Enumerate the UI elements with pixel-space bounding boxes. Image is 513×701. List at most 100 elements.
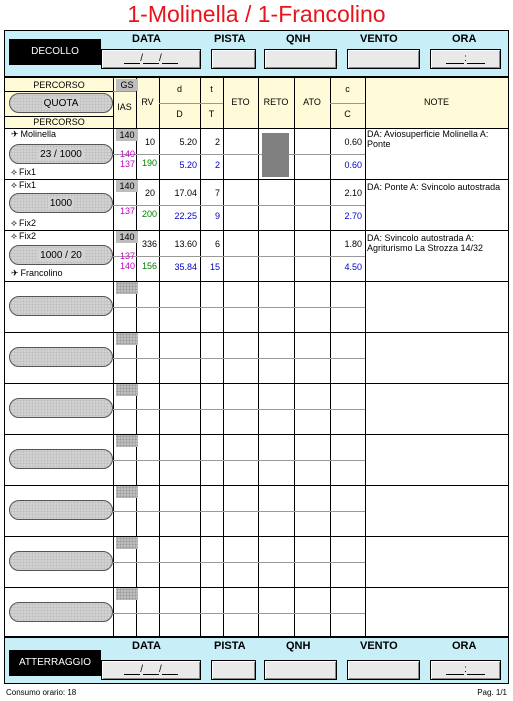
- takeoff-button[interactable]: DECOLLO: [9, 39, 101, 65]
- leg3-quota-pill[interactable]: 1000 / 20: [9, 245, 113, 265]
- empty-gs: [116, 588, 138, 600]
- leg3-D: 35.84: [174, 262, 197, 272]
- leg2-C: 2.70: [344, 211, 362, 221]
- header-gs: GS: [116, 79, 138, 91]
- fix-icon: ⟡: [11, 218, 17, 228]
- landing-date-header: DATA: [132, 640, 161, 652]
- leg3-T: 15: [209, 262, 220, 272]
- empty-gs: [116, 486, 138, 498]
- leg3-to: ✈ Francolino: [11, 268, 63, 278]
- takeoff-date-field[interactable]: / /: [101, 49, 201, 69]
- fix-icon: ⟡: [11, 167, 17, 177]
- leg2-from: ⟡ Fix1: [11, 180, 36, 190]
- leg3-note: DA: Svincolo autostrada A: Agriturismo L…: [367, 233, 484, 253]
- plane-icon: ✈: [11, 268, 19, 278]
- empty-row-pill[interactable]: [9, 551, 113, 571]
- page-title: 1-Molinella / 1-Francolino: [127, 1, 386, 27]
- leg2-D: 22.25: [174, 211, 197, 221]
- plane-icon: ✈: [11, 129, 19, 139]
- landing-time-field[interactable]: :: [430, 660, 501, 680]
- header-t-small: t: [210, 84, 213, 94]
- landing-wind-field[interactable]: [347, 660, 420, 680]
- page-number: Pag. 1/1: [477, 688, 507, 697]
- landing-runway-header: PISTA: [214, 640, 246, 652]
- leg1-quota-pill[interactable]: 23 / 1000: [9, 144, 113, 164]
- takeoff-runway-header: PISTA: [214, 33, 246, 45]
- leg2-gs: 140: [116, 180, 138, 192]
- leg2-d: 17.04: [174, 188, 197, 198]
- takeoff-time-field[interactable]: :: [430, 49, 501, 69]
- header-d-small: d: [176, 84, 182, 94]
- header-percorso-bottom: PERCORSO: [33, 117, 85, 127]
- landing-qnh-field[interactable]: [264, 660, 337, 680]
- leg3-gs: 140: [116, 231, 138, 243]
- header-reto: RETO: [263, 97, 289, 107]
- header-note: NOTE: [423, 97, 449, 107]
- leg3-rv2: 156: [141, 261, 157, 271]
- fix-icon: ⟡: [11, 180, 17, 190]
- leg2-quota-pill[interactable]: 1000: [9, 193, 113, 213]
- header-c-small: c: [345, 84, 350, 94]
- landing-time-header: ORA: [452, 640, 477, 652]
- landing-qnh-header: QNH: [286, 640, 311, 652]
- takeoff-qnh-header: QNH: [286, 33, 311, 45]
- landing-band: ATTERRAGGIO DATA PISTA QNH VENTO ORA / / …: [4, 637, 509, 684]
- leg1-D: 5.20: [179, 160, 197, 170]
- header-c-big: C: [344, 109, 351, 119]
- header-t-big: T: [208, 109, 215, 119]
- empty-row-pill[interactable]: [9, 449, 113, 469]
- header-d-big: D: [176, 109, 183, 119]
- empty-gs: [116, 384, 138, 396]
- leg1-reto-block: [262, 133, 289, 177]
- takeoff-date-header: DATA: [132, 33, 161, 45]
- takeoff-band: DECOLLO DATA PISTA QNH VENTO ORA / / :: [4, 30, 509, 77]
- landing-runway-field[interactable]: [211, 660, 256, 680]
- leg2-ias2: 137: [119, 206, 135, 216]
- empty-row-pill[interactable]: [9, 500, 113, 520]
- leg3-rv: 336: [141, 239, 157, 249]
- leg2-c: 2.10: [344, 188, 362, 198]
- leg1-ias2: 137: [119, 159, 135, 169]
- leg3-ias1: 137: [119, 251, 135, 261]
- leg3-ias2: 140: [119, 261, 135, 271]
- landing-button[interactable]: ATTERRAGGIO: [9, 650, 101, 676]
- empty-gs: [116, 282, 138, 294]
- header-percorso-top: PERCORSO: [33, 80, 85, 90]
- leg2-rv: 20: [144, 188, 155, 198]
- empty-row-pill[interactable]: [9, 602, 113, 622]
- leg1-C: 0.60: [344, 160, 362, 170]
- header-ato: ATO: [303, 97, 321, 107]
- flight-plan-table: PERCORSO QUOTA PERCORSO GS IAS RV d D t …: [4, 77, 509, 637]
- leg1-c: 0.60: [344, 137, 362, 147]
- takeoff-wind-field[interactable]: [347, 49, 420, 69]
- leg2-note: DA: Ponte A: Svincolo autostrada: [367, 182, 501, 192]
- header-ias: IAS: [117, 102, 132, 112]
- leg1-to: ⟡ Fix1: [11, 167, 36, 177]
- empty-gs: [116, 435, 138, 447]
- empty-row-pill[interactable]: [9, 398, 113, 418]
- leg1-from: ✈ Molinella: [11, 129, 57, 139]
- landing-date-field[interactable]: / /: [101, 660, 201, 680]
- takeoff-runway-field[interactable]: [211, 49, 256, 69]
- leg1-ias1: 140: [119, 149, 135, 159]
- empty-row-pill[interactable]: [9, 347, 113, 367]
- consumption-label: Consumo orario: 18: [6, 688, 77, 697]
- leg1-rv2: 190: [141, 158, 157, 168]
- leg1-d: 5.20: [179, 137, 197, 147]
- empty-gs: [116, 333, 138, 345]
- empty-row-pill[interactable]: [9, 296, 113, 316]
- leg1-T: 2: [214, 160, 220, 170]
- leg3-c: 1.80: [344, 239, 362, 249]
- leg2-T: 9: [214, 211, 220, 221]
- leg3-from: ⟡ Fix2: [11, 231, 36, 241]
- fix-icon: ⟡: [11, 231, 17, 241]
- leg1-note: DA: Aviosuperficie Molinella A: Ponte: [367, 129, 489, 149]
- empty-gs: [116, 537, 138, 549]
- takeoff-time-header: ORA: [452, 33, 477, 45]
- leg3-d: 13.60: [174, 239, 197, 249]
- leg1-rv: 10: [144, 137, 155, 147]
- header-quota-pill: QUOTA: [9, 93, 113, 113]
- takeoff-qnh-field[interactable]: [264, 49, 337, 69]
- leg1-gs: 140: [116, 129, 138, 141]
- leg3-t: 6: [214, 239, 220, 249]
